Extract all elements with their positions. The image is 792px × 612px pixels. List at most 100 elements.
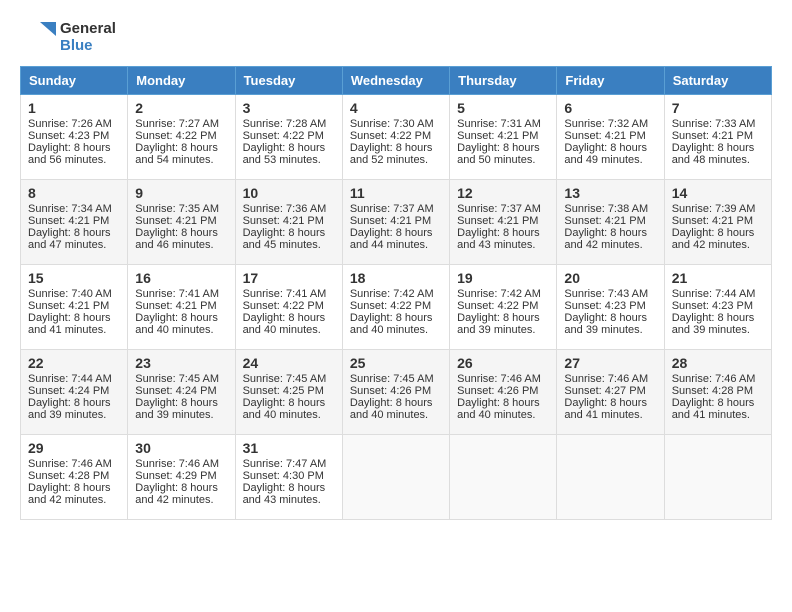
calendar-cell (450, 435, 557, 520)
sunset: Sunset: 4:26 PM (350, 385, 431, 397)
sunset: Sunset: 4:21 PM (28, 300, 109, 312)
sunset: Sunset: 4:22 PM (350, 300, 431, 312)
sunset: Sunset: 4:23 PM (564, 300, 645, 312)
calendar-table: SundayMondayTuesdayWednesdayThursdayFrid… (20, 66, 772, 520)
sunset: Sunset: 4:21 PM (672, 130, 753, 142)
day-number: 4 (350, 100, 442, 116)
sunrise: Sunrise: 7:41 AM (135, 288, 219, 300)
calendar-cell: 7Sunrise: 7:33 AMSunset: 4:21 PMDaylight… (664, 95, 771, 180)
calendar-cell: 17Sunrise: 7:41 AMSunset: 4:22 PMDayligh… (235, 265, 342, 350)
daylight: Daylight: 8 hours and 42 minutes. (135, 482, 218, 506)
calendar-cell: 24Sunrise: 7:45 AMSunset: 4:25 PMDayligh… (235, 350, 342, 435)
day-number: 20 (564, 270, 656, 286)
daylight: Daylight: 8 hours and 40 minutes. (457, 397, 540, 421)
daylight: Daylight: 8 hours and 43 minutes. (457, 227, 540, 251)
sunrise: Sunrise: 7:44 AM (28, 373, 112, 385)
daylight: Daylight: 8 hours and 53 minutes. (243, 142, 326, 166)
daylight: Daylight: 8 hours and 50 minutes. (457, 142, 540, 166)
day-number: 23 (135, 355, 227, 371)
sunset: Sunset: 4:22 PM (350, 130, 431, 142)
calendar-cell: 11Sunrise: 7:37 AMSunset: 4:21 PMDayligh… (342, 180, 449, 265)
day-number: 30 (135, 440, 227, 456)
daylight: Daylight: 8 hours and 39 minutes. (457, 312, 540, 336)
sunset: Sunset: 4:22 PM (135, 130, 216, 142)
daylight: Daylight: 8 hours and 42 minutes. (28, 482, 111, 506)
calendar-cell: 10Sunrise: 7:36 AMSunset: 4:21 PMDayligh… (235, 180, 342, 265)
sunrise: Sunrise: 7:43 AM (564, 288, 648, 300)
sunset: Sunset: 4:23 PM (28, 130, 109, 142)
calendar-cell: 2Sunrise: 7:27 AMSunset: 4:22 PMDaylight… (128, 95, 235, 180)
sunrise: Sunrise: 7:46 AM (672, 373, 756, 385)
sunset: Sunset: 4:29 PM (135, 470, 216, 482)
sunrise: Sunrise: 7:33 AM (672, 118, 756, 130)
daylight: Daylight: 8 hours and 40 minutes. (243, 312, 326, 336)
calendar-cell: 5Sunrise: 7:31 AMSunset: 4:21 PMDaylight… (450, 95, 557, 180)
sunset: Sunset: 4:22 PM (243, 130, 324, 142)
calendar-cell: 15Sunrise: 7:40 AMSunset: 4:21 PMDayligh… (21, 265, 128, 350)
sunset: Sunset: 4:21 PM (350, 215, 431, 227)
sunrise: Sunrise: 7:44 AM (672, 288, 756, 300)
calendar-week-1: 1Sunrise: 7:26 AMSunset: 4:23 PMDaylight… (21, 95, 772, 180)
sunset: Sunset: 4:21 PM (457, 130, 538, 142)
sunset: Sunset: 4:21 PM (672, 215, 753, 227)
calendar-cell: 25Sunrise: 7:45 AMSunset: 4:26 PMDayligh… (342, 350, 449, 435)
daylight: Daylight: 8 hours and 56 minutes. (28, 142, 111, 166)
day-number: 27 (564, 355, 656, 371)
day-number: 21 (672, 270, 764, 286)
day-number: 31 (243, 440, 335, 456)
daylight: Daylight: 8 hours and 41 minutes. (672, 397, 755, 421)
calendar-cell: 13Sunrise: 7:38 AMSunset: 4:21 PMDayligh… (557, 180, 664, 265)
sunrise: Sunrise: 7:45 AM (243, 373, 327, 385)
day-number: 3 (243, 100, 335, 116)
day-number: 10 (243, 185, 335, 201)
calendar-cell: 27Sunrise: 7:46 AMSunset: 4:27 PMDayligh… (557, 350, 664, 435)
logo-text-blue: Blue (60, 37, 116, 54)
day-number: 13 (564, 185, 656, 201)
column-header-wednesday: Wednesday (342, 67, 449, 95)
calendar-cell: 28Sunrise: 7:46 AMSunset: 4:28 PMDayligh… (664, 350, 771, 435)
daylight: Daylight: 8 hours and 49 minutes. (564, 142, 647, 166)
daylight: Daylight: 8 hours and 40 minutes. (243, 397, 326, 421)
calendar-cell: 26Sunrise: 7:46 AMSunset: 4:26 PMDayligh… (450, 350, 557, 435)
day-number: 7 (672, 100, 764, 116)
calendar-cell: 3 Sunrise: 7:28 AMSunset: 4:22 PMDaylight… (235, 95, 342, 180)
column-header-tuesday: Tuesday (235, 67, 342, 95)
sunrise: Sunrise: 7:27 AM (135, 118, 219, 130)
calendar-cell (664, 435, 771, 520)
day-number: 16 (135, 270, 227, 286)
daylight: Daylight: 8 hours and 42 minutes. (564, 227, 647, 251)
logo: General Blue (20, 20, 116, 56)
sunrise: Sunrise: 7:28 AM (243, 118, 327, 130)
sunset: Sunset: 4:24 PM (28, 385, 109, 397)
day-number: 6 (564, 100, 656, 116)
calendar-cell: 20Sunrise: 7:43 AMSunset: 4:23 PMDayligh… (557, 265, 664, 350)
sunset: Sunset: 4:27 PM (564, 385, 645, 397)
calendar-cell: 22Sunrise: 7:44 AMSunset: 4:24 PMDayligh… (21, 350, 128, 435)
sunrise: Sunrise: 7:39 AM (672, 203, 756, 215)
calendar-cell: 18Sunrise: 7:42 AMSunset: 4:22 PMDayligh… (342, 265, 449, 350)
day-number: 8 (28, 185, 120, 201)
calendar-week-3: 15Sunrise: 7:40 AMSunset: 4:21 PMDayligh… (21, 265, 772, 350)
sunrise: Sunrise: 7:34 AM (28, 203, 112, 215)
sunset: Sunset: 4:30 PM (243, 470, 324, 482)
sunrise: Sunrise: 7:36 AM (243, 203, 327, 215)
daylight: Daylight: 8 hours and 43 minutes. (243, 482, 326, 506)
sunset: Sunset: 4:28 PM (28, 470, 109, 482)
calendar-cell: 21Sunrise: 7:44 AMSunset: 4:23 PMDayligh… (664, 265, 771, 350)
sunrise: Sunrise: 7:31 AM (457, 118, 541, 130)
daylight: Daylight: 8 hours and 45 minutes. (243, 227, 326, 251)
calendar-cell: 14Sunrise: 7:39 AMSunset: 4:21 PMDayligh… (664, 180, 771, 265)
daylight: Daylight: 8 hours and 44 minutes. (350, 227, 433, 251)
sunrise: Sunrise: 7:42 AM (457, 288, 541, 300)
sunset: Sunset: 4:21 PM (564, 130, 645, 142)
day-number: 28 (672, 355, 764, 371)
sunrise: Sunrise: 7:38 AM (564, 203, 648, 215)
sunset: Sunset: 4:21 PM (457, 215, 538, 227)
sunset: Sunset: 4:25 PM (243, 385, 324, 397)
sunrise: Sunrise: 7:45 AM (135, 373, 219, 385)
calendar-cell (557, 435, 664, 520)
calendar-cell: 9Sunrise: 7:35 AMSunset: 4:21 PMDaylight… (128, 180, 235, 265)
sunrise: Sunrise: 7:37 AM (350, 203, 434, 215)
calendar-cell: 23Sunrise: 7:45 AMSunset: 4:24 PMDayligh… (128, 350, 235, 435)
daylight: Daylight: 8 hours and 46 minutes. (135, 227, 218, 251)
